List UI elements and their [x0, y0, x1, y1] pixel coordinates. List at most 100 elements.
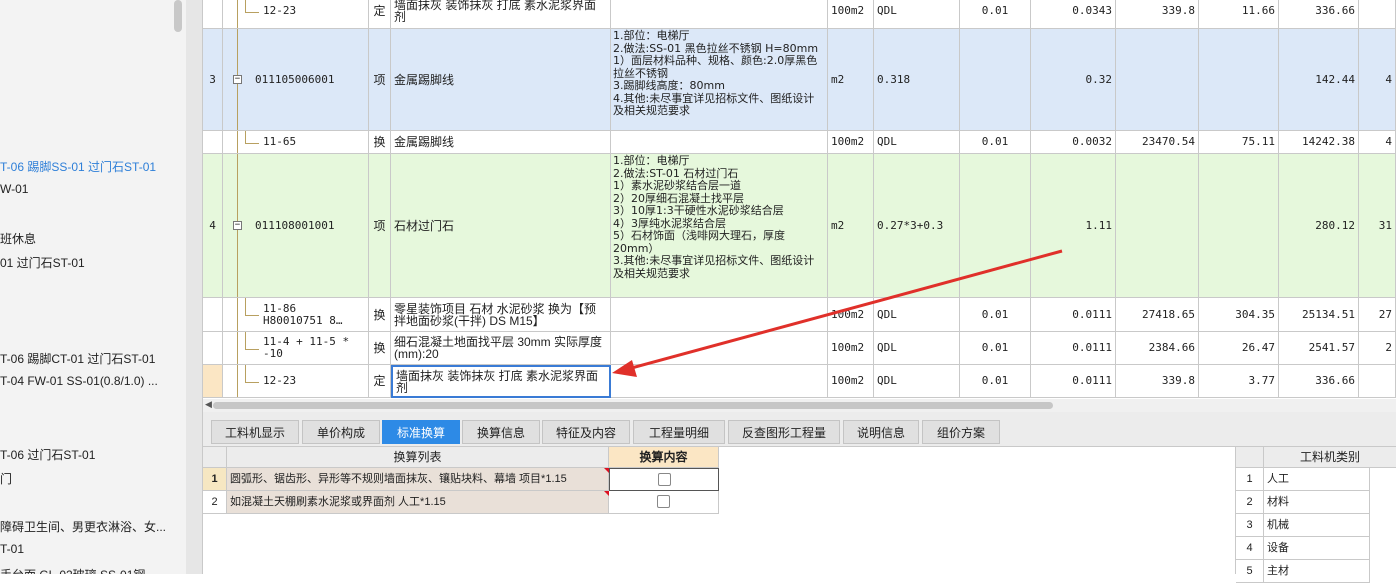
cell-price[interactable]: 339.8: [1116, 0, 1199, 29]
tab-unit-price[interactable]: 单价构成: [302, 420, 380, 444]
grid-row[interactable]: 11-86 H80010751 8… 换零星装饰项目 石材 水泥砂浆 换为【预拌地…: [203, 298, 1396, 332]
conversion-item[interactable]: 圆弧形、锯齿形、异形等不规则墙面抹灰、镶贴块料、幕墙 项目*1.15: [227, 468, 609, 491]
cell-qty[interactable]: 0.0111: [1031, 365, 1116, 398]
grid-horizontal-scrollbar[interactable]: ◀: [203, 399, 1396, 412]
category-item[interactable]: 设备: [1264, 537, 1370, 560]
cell-price[interactable]: 27418.65: [1116, 298, 1199, 332]
cell-c1[interactable]: 14242.38: [1279, 131, 1359, 154]
left-tree-item[interactable]: T-01: [0, 542, 24, 556]
grid-row[interactable]: 4 011108001001 − 项石材过门石 1.部位：电梯厅 2.做法:ST-01 …: [203, 154, 1396, 298]
tab-standard-conversion[interactable]: 标准换算: [382, 420, 460, 444]
left-tree-item[interactable]: 障碍卫生间、男更衣淋浴、女...: [0, 518, 166, 535]
cell-total[interactable]: 3.77: [1199, 365, 1279, 398]
cell-seq[interactable]: [203, 332, 223, 365]
cell-price[interactable]: 23470.54: [1116, 131, 1199, 154]
cell-seq[interactable]: 3: [203, 29, 223, 131]
cell-price[interactable]: [1116, 29, 1199, 131]
category-item[interactable]: 人工: [1264, 468, 1370, 491]
grid-row[interactable]: 3 011105006001 − 项金属踢脚线 1.部位：电梯厅 2.做法:SS-01 …: [203, 29, 1396, 131]
conversion-checkbox[interactable]: [658, 473, 671, 486]
cell-name[interactable]: 金属踢脚线: [391, 29, 611, 131]
left-tree-item[interactable]: 门: [0, 470, 12, 487]
cell-price[interactable]: 339.8: [1116, 365, 1199, 398]
conversion-checkbox-cell[interactable]: [609, 468, 719, 491]
cell-total[interactable]: 304.35: [1199, 298, 1279, 332]
cell-qty-ratio[interactable]: [960, 29, 1031, 131]
cell-name[interactable]: 金属踢脚线: [391, 131, 611, 154]
cell-desc[interactable]: [611, 298, 828, 332]
cell-code[interactable]: 11-86 H80010751 8…: [223, 298, 369, 332]
cell-name[interactable]: 墙面抹灰 装饰抹灰 打底 素水泥浆界面剂: [391, 0, 611, 29]
cell-desc[interactable]: [611, 0, 828, 29]
cell-c2[interactable]: 31: [1359, 154, 1396, 298]
collapse-icon[interactable]: −: [233, 75, 242, 84]
cell-code[interactable]: 011108001001 −: [223, 154, 369, 298]
left-tree-item[interactable]: T-06 踢脚CT-01 过门石ST-01: [0, 350, 155, 367]
cell-price[interactable]: [1116, 154, 1199, 298]
cell-c1[interactable]: 280.12: [1279, 154, 1359, 298]
left-tree-item[interactable]: 手台面 GL-02玻璃 SS-01钢...: [0, 566, 155, 574]
cell-total[interactable]: 11.66: [1199, 0, 1279, 29]
tab-features[interactable]: 特征及内容: [542, 420, 630, 444]
cell-qty[interactable]: 0.0111: [1031, 298, 1116, 332]
cell-c2[interactable]: 2: [1359, 332, 1396, 365]
cell-seq[interactable]: 4: [203, 154, 223, 298]
cell-qty[interactable]: 0.0111: [1031, 332, 1116, 365]
tab-reverse-lookup[interactable]: 反查图形工程量: [728, 420, 840, 444]
cell-unit[interactable]: 100m2: [828, 332, 874, 365]
cell-code[interactable]: 12-23: [223, 365, 369, 398]
left-tree-item[interactable]: 01 过门石ST-01: [0, 254, 85, 271]
cell-c2[interactable]: 4: [1359, 131, 1396, 154]
cell-unit[interactable]: 100m2: [828, 365, 874, 398]
cell-desc[interactable]: [611, 131, 828, 154]
cell-unit[interactable]: 100m2: [828, 0, 874, 29]
cell-type[interactable]: 定: [369, 0, 391, 29]
cell-qty[interactable]: 0.0032: [1031, 131, 1116, 154]
cell-qty-ratio[interactable]: [960, 154, 1031, 298]
tab-pricing-scheme[interactable]: 组价方案: [922, 420, 1000, 444]
cell-type[interactable]: 项: [369, 29, 391, 131]
cell-unit[interactable]: 100m2: [828, 298, 874, 332]
left-tree-item[interactable]: W-01: [0, 182, 28, 196]
cell-name[interactable]: 细石混凝土地面找平层 30mm 实际厚度(mm):20: [391, 332, 611, 365]
tab-quantity-detail[interactable]: 工程量明细: [633, 420, 725, 444]
left-tree-item[interactable]: T-04 FW-01 SS-01(0.8/1.0) ...: [0, 374, 158, 388]
cell-name[interactable]: 零星装饰项目 石材 水泥砂浆 换为【预拌地面砂浆(干拌) DS M15】: [391, 298, 611, 332]
tab-description[interactable]: 说明信息: [843, 420, 919, 444]
cell-desc[interactable]: 1.部位：电梯厅 2.做法:ST-01 石材过门石 1）素水泥砂浆结合层一道 2…: [611, 154, 828, 298]
tab-conversion-info[interactable]: 换算信息: [462, 420, 540, 444]
cell-unit[interactable]: 100m2: [828, 131, 874, 154]
cell-qty-ratio[interactable]: 0.01: [960, 0, 1031, 29]
cell-type[interactable]: 项: [369, 154, 391, 298]
cell-seq[interactable]: [203, 0, 223, 29]
cell-type[interactable]: 换: [369, 298, 391, 332]
cell-unit[interactable]: m2: [828, 154, 874, 298]
cell-expr[interactable]: 0.27*3+0.3: [874, 154, 960, 298]
cell-expr[interactable]: QDL: [874, 332, 960, 365]
cell-c1[interactable]: 2541.57: [1279, 332, 1359, 365]
cell-qty-ratio[interactable]: 0.01: [960, 298, 1031, 332]
cell-code[interactable]: 011105006001 −: [223, 29, 369, 131]
grid-row[interactable]: 12-23 定墙面抹灰 装饰抹灰 打底 素水泥浆界面剂 100m2 QDL 0.01 0.…: [203, 365, 1396, 398]
cell-c1[interactable]: 336.66: [1279, 0, 1359, 29]
cell-qty[interactable]: 1.11: [1031, 154, 1116, 298]
cell-qty-ratio[interactable]: 0.01: [960, 365, 1031, 398]
cell-name[interactable]: 墙面抹灰 装饰抹灰 打底 素水泥浆界面剂: [391, 365, 611, 398]
cell-expr[interactable]: 0.318: [874, 29, 960, 131]
category-item[interactable]: 机械: [1264, 514, 1370, 537]
cell-qty[interactable]: 0.0343: [1031, 0, 1116, 29]
cell-expr[interactable]: QDL: [874, 0, 960, 29]
cell-expr[interactable]: QDL: [874, 365, 960, 398]
cell-total[interactable]: [1199, 154, 1279, 298]
conversion-item[interactable]: 如混凝土天棚刷素水泥浆或界面剂 人工*1.15: [227, 491, 609, 514]
conversion-checkbox-cell[interactable]: [609, 491, 719, 514]
cell-name[interactable]: 石材过门石: [391, 154, 611, 298]
grid-row[interactable]: 11-65 换金属踢脚线 100m2 QDL 0.01 0.0032 23470.54 75.…: [203, 131, 1396, 154]
cell-c2[interactable]: 27: [1359, 298, 1396, 332]
panel-splitter[interactable]: [186, 0, 203, 574]
cell-code[interactable]: 11-4 + 11-5 * -10: [223, 332, 369, 365]
cell-type[interactable]: 定: [369, 365, 391, 398]
cell-desc[interactable]: [611, 365, 828, 398]
cell-qty[interactable]: 0.32: [1031, 29, 1116, 131]
cell-expr[interactable]: QDL: [874, 298, 960, 332]
